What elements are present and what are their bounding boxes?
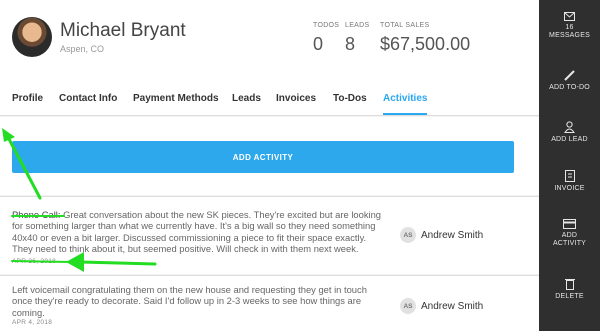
activity-assignee: AS Andrew Smith <box>400 227 483 243</box>
contact-header: Michael Bryant Aspen, CO TODOS 0 LEADS 8… <box>0 0 539 84</box>
sidebar-invoice[interactable]: INVOICE <box>539 170 600 193</box>
tab-activities[interactable]: Activities <box>383 93 428 115</box>
activity-body: Great conversation about the new SK piec… <box>12 209 382 255</box>
messages-count: 16 <box>565 24 574 31</box>
assignee-avatar: AS <box>400 227 416 243</box>
person-icon <box>564 121 575 133</box>
tab-invoices[interactable]: Invoices <box>276 93 316 104</box>
sidebar-item-label: DELETE <box>555 293 584 300</box>
sidebar-add-todo[interactable]: ADD TO-DO <box>539 70 600 92</box>
tab-payment-methods[interactable]: Payment Methods <box>133 93 219 104</box>
sidebar-add-activity[interactable]: ADD ACTIVITY <box>539 219 600 248</box>
action-sidebar: 16 MESSAGES ADD TO-DO ADD LEAD INVOICE A… <box>539 0 600 331</box>
stat-value: 0 <box>313 34 324 54</box>
stat-total-sales: TOTAL SALES $67,500.00 <box>380 22 470 55</box>
card-icon <box>563 219 576 229</box>
sidebar-delete[interactable]: DELETE <box>539 278 600 301</box>
assignee-name: Andrew Smith <box>421 300 484 312</box>
activity-text: Left voicemail congratulating them on th… <box>12 284 384 318</box>
sidebar-item-label: ADD LEAD <box>551 136 588 143</box>
assignee-avatar: AS <box>400 298 416 314</box>
activity-item: Left voicemail congratulating them on th… <box>0 275 539 331</box>
stat-label: TODOS <box>313 22 340 29</box>
activity-date: APR 4, 2018 <box>12 319 53 326</box>
assignee-name: Andrew Smith <box>421 229 484 241</box>
activity-type: Phone Call: <box>12 209 61 220</box>
add-activity-button[interactable]: ADD ACTIVITY <box>12 141 514 173</box>
activity-text: Phone Call: Great conversation about the… <box>12 209 384 255</box>
trash-icon <box>564 279 575 290</box>
envelope-icon <box>564 12 575 21</box>
activity-item: Phone Call: Great conversation about the… <box>0 196 539 274</box>
tab-contact-info[interactable]: Contact Info <box>59 93 117 104</box>
stat-todos: TODOS 0 <box>313 22 339 55</box>
activity-date: APR 26, 2018 <box>12 258 57 265</box>
sidebar-add-lead[interactable]: ADD LEAD <box>539 121 600 144</box>
tab-profile[interactable]: Profile <box>12 93 43 104</box>
stat-leads: LEADS 8 <box>345 22 369 55</box>
stat-value: $67,500.00 <box>380 34 471 54</box>
avatar <box>12 17 52 57</box>
contact-name: Michael Bryant <box>60 20 186 41</box>
tab-leads[interactable]: Leads <box>232 93 261 104</box>
stat-label: LEADS <box>345 22 370 29</box>
sidebar-item-label: ADD ACTIVITY <box>552 232 587 247</box>
stat-value: 8 <box>345 34 356 54</box>
pencil-icon <box>564 70 575 81</box>
activity-body: Left voicemail congratulating them on th… <box>12 284 367 318</box>
document-icon <box>564 170 575 182</box>
tab-bar: Profile Contact Info Payment Methods Lea… <box>0 84 539 116</box>
contact-location: Aspen, CO <box>60 44 105 54</box>
tab-todos[interactable]: To-Dos <box>333 93 367 104</box>
add-activity-section: ADD ACTIVITY <box>0 117 539 195</box>
stat-label: TOTAL SALES <box>380 22 430 29</box>
sidebar-item-label: INVOICE <box>554 185 585 192</box>
activity-assignee: AS Andrew Smith <box>400 298 483 314</box>
messages-label: MESSAGES <box>549 32 590 39</box>
sidebar-messages[interactable]: 16 MESSAGES <box>539 12 600 40</box>
sidebar-item-label: ADD TO-DO <box>549 84 590 91</box>
